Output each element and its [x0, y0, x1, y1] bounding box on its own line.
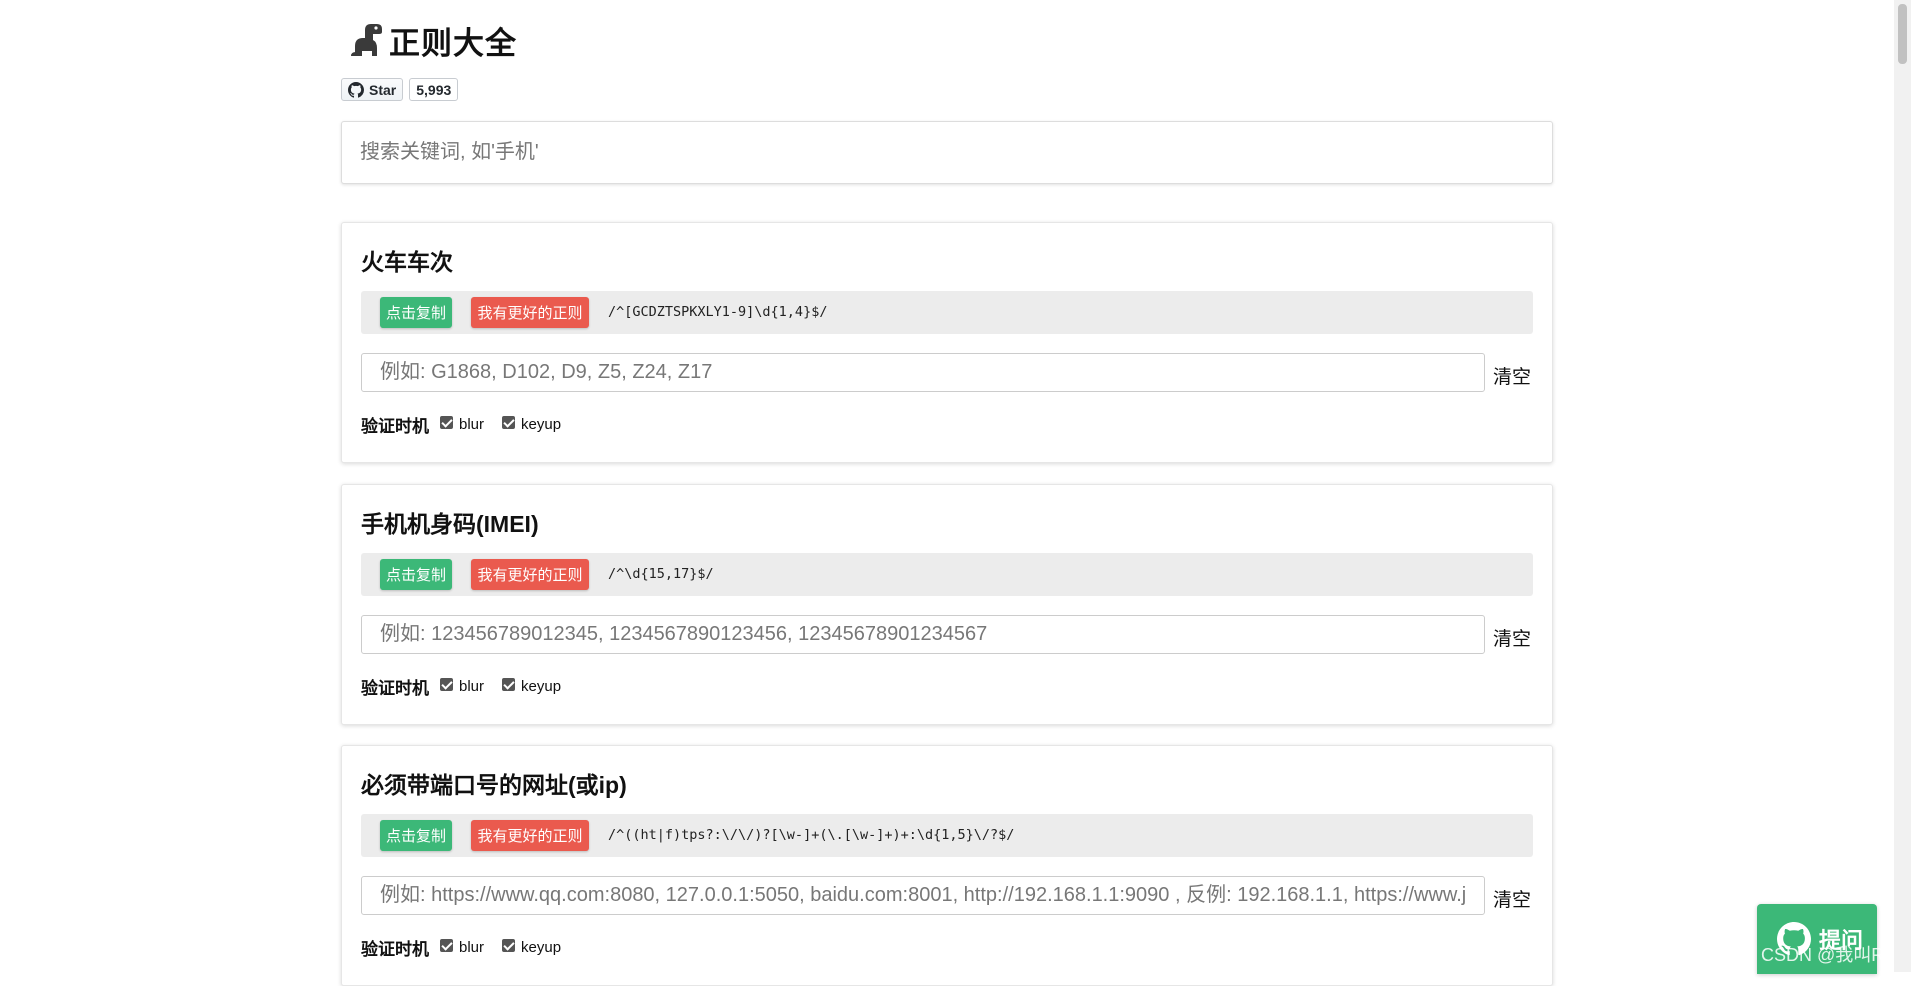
github-star-count[interactable]: 5,993	[409, 78, 459, 101]
regex-card: 手机机身码(IMEI) 点击复制 我有更好的正则 /^\d{15,17}$/ 清…	[341, 484, 1553, 725]
checkbox-checked-icon[interactable]	[502, 677, 516, 691]
scrollbar-thumb[interactable]	[1898, 4, 1907, 64]
copy-button[interactable]: 点击复制	[380, 559, 452, 590]
keyup-label: keyup	[521, 677, 562, 695]
test-input[interactable]	[361, 615, 1485, 654]
timing-label: 验证时机	[361, 416, 429, 436]
blur-label: blur	[459, 415, 485, 433]
checkbox-checked-icon[interactable]	[502, 938, 516, 952]
github-star-widget: Star 5,993	[341, 78, 459, 101]
csdn-watermark: CSDN @我叫RT	[1761, 945, 1895, 965]
blur-checkbox[interactable]: blur	[440, 415, 485, 433]
blur-label: blur	[459, 677, 485, 695]
title-row: 正则大全	[351, 18, 517, 62]
test-input[interactable]	[361, 876, 1485, 915]
regex-card: 必须带端口号的网址(或ip) 点击复制 我有更好的正则 /^((ht|f)tps…	[341, 745, 1553, 986]
clear-button[interactable]: 清空	[1493, 624, 1531, 651]
timing-label: 验证时机	[361, 939, 429, 959]
validation-timing: 验证时机 blur keyup	[361, 411, 579, 437]
regex-code-bar: 点击复制 我有更好的正则 /^((ht|f)tps?:\/\/)?[\w-]+(…	[361, 814, 1533, 857]
keyup-label: keyup	[521, 938, 562, 956]
blur-checkbox[interactable]: blur	[440, 938, 485, 956]
keyup-checkbox[interactable]: keyup	[502, 415, 562, 433]
suggest-better-button[interactable]: 我有更好的正则	[471, 297, 589, 328]
timing-label: 验证时机	[361, 678, 429, 698]
card-title: 必须带端口号的网址(或ip)	[361, 772, 627, 798]
search-input[interactable]	[341, 121, 1553, 184]
regex-text: /^((ht|f)tps?:\/\/)?[\w-]+(\.[\w-]+)+:\d…	[608, 827, 1015, 843]
copy-button[interactable]: 点击复制	[380, 820, 452, 851]
suggest-better-button[interactable]: 我有更好的正则	[471, 820, 589, 851]
regex-text: /^\d{15,17}$/	[608, 566, 714, 582]
checkbox-checked-icon[interactable]	[440, 415, 453, 429]
clear-button[interactable]: 清空	[1493, 885, 1531, 912]
github-icon	[348, 81, 364, 98]
keyup-label: keyup	[521, 415, 562, 433]
suggest-better-button[interactable]: 我有更好的正则	[471, 559, 589, 590]
copy-button[interactable]: 点击复制	[380, 297, 452, 328]
dinosaur-icon	[351, 24, 382, 56]
checkbox-checked-icon[interactable]	[440, 938, 453, 952]
blur-label: blur	[459, 938, 485, 956]
blur-checkbox[interactable]: blur	[440, 677, 485, 695]
validation-timing: 验证时机 blur keyup	[361, 673, 579, 699]
github-star-label: Star	[369, 81, 397, 98]
card-title: 火车车次	[361, 249, 453, 275]
github-star-button[interactable]: Star	[341, 78, 404, 101]
page-title: 正则大全	[389, 25, 517, 61]
keyup-checkbox[interactable]: keyup	[502, 938, 562, 956]
regex-text: /^[GCDZTSPKXLY1-9]\d{1,4}$/	[608, 304, 828, 320]
vertical-scrollbar[interactable]	[1894, 0, 1911, 972]
keyup-checkbox[interactable]: keyup	[502, 677, 562, 695]
regex-code-bar: 点击复制 我有更好的正则 /^[GCDZTSPKXLY1-9]\d{1,4}$/	[361, 291, 1533, 334]
checkbox-checked-icon[interactable]	[440, 677, 453, 691]
card-title: 手机机身码(IMEI)	[361, 511, 539, 537]
checkbox-checked-icon[interactable]	[502, 415, 516, 429]
clear-button[interactable]: 清空	[1493, 362, 1531, 389]
regex-code-bar: 点击复制 我有更好的正则 /^\d{15,17}$/	[361, 553, 1533, 596]
regex-card: 火车车次 点击复制 我有更好的正则 /^[GCDZTSPKXLY1-9]\d{1…	[341, 222, 1553, 463]
validation-timing: 验证时机 blur keyup	[361, 934, 579, 960]
test-input[interactable]	[361, 353, 1485, 392]
